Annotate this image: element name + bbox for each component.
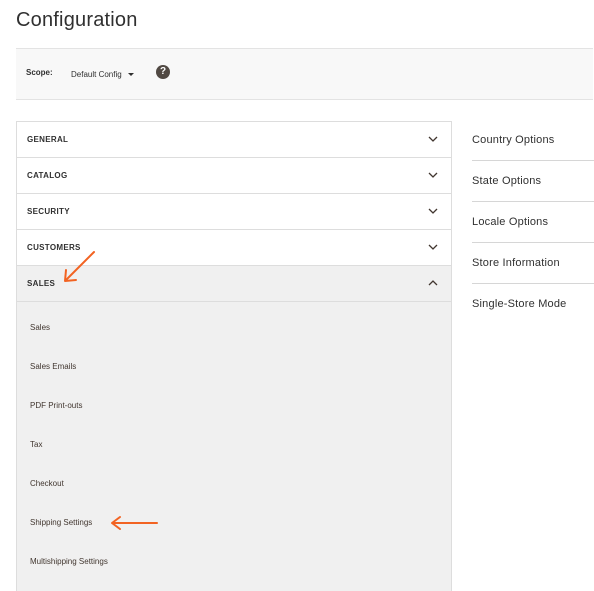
sales-sub-list: Sales Sales Emails PDF Print-outs Tax Ch… xyxy=(17,302,451,591)
question-circle-icon[interactable]: ? xyxy=(156,65,170,79)
scope-label: Scope: xyxy=(26,68,53,77)
chevron-up-icon xyxy=(428,280,438,286)
chevron-down-icon xyxy=(428,172,438,178)
scope-value: Default Config xyxy=(71,69,122,79)
side-nav-item-store-information[interactable]: Store Information xyxy=(472,243,594,284)
side-nav-item-country-options[interactable]: Country Options xyxy=(472,120,594,161)
tab-label: SECURITY xyxy=(27,207,70,216)
side-nav-label: Single-Store Mode xyxy=(472,298,567,310)
side-nav-label: Locale Options xyxy=(472,216,549,228)
side-nav-item-locale-options[interactable]: Locale Options xyxy=(472,202,594,243)
tab-label: CUSTOMERS xyxy=(27,243,81,252)
sub-item-checkout[interactable]: Checkout xyxy=(30,478,64,490)
chevron-down-icon xyxy=(428,208,438,214)
tab-label: GENERAL xyxy=(27,135,69,144)
scope-switcher[interactable]: Default Config xyxy=(71,67,134,81)
config-tabs: GENERAL CATALOG SECURITY CUSTOMERS SALES… xyxy=(16,121,452,591)
tab-sales[interactable]: SALES xyxy=(17,266,451,302)
side-nav-item-single-store-mode[interactable]: Single-Store Mode xyxy=(472,284,594,325)
tab-label: CATALOG xyxy=(27,171,68,180)
chevron-down-icon xyxy=(428,244,438,250)
sub-item-shipping-settings[interactable]: Shipping Settings xyxy=(30,517,92,529)
side-nav-label: State Options xyxy=(472,175,542,187)
side-nav: Country Options State Options Locale Opt… xyxy=(472,120,594,325)
caret-down-icon xyxy=(127,73,134,76)
tab-catalog[interactable]: CATALOG xyxy=(17,158,451,194)
chevron-down-icon xyxy=(428,136,438,142)
side-nav-label: Store Information xyxy=(472,257,560,269)
sub-item-sales-emails[interactable]: Sales Emails xyxy=(30,361,76,373)
sub-item-sales[interactable]: Sales xyxy=(30,322,50,334)
sub-item-pdf-print-outs[interactable]: PDF Print-outs xyxy=(30,400,82,412)
tab-general[interactable]: GENERAL xyxy=(17,122,451,158)
side-nav-label: Country Options xyxy=(472,134,555,146)
sub-item-multishipping-settings[interactable]: Multishipping Settings xyxy=(30,556,108,568)
tab-label: SALES xyxy=(27,279,56,288)
page-title: Configuration xyxy=(16,9,138,31)
tab-customers[interactable]: CUSTOMERS xyxy=(17,230,451,266)
side-nav-item-state-options[interactable]: State Options xyxy=(472,161,594,202)
sub-item-tax[interactable]: Tax xyxy=(30,439,42,451)
scope-bar: Scope: Default Config ? xyxy=(16,48,593,100)
tab-security[interactable]: SECURITY xyxy=(17,194,451,230)
